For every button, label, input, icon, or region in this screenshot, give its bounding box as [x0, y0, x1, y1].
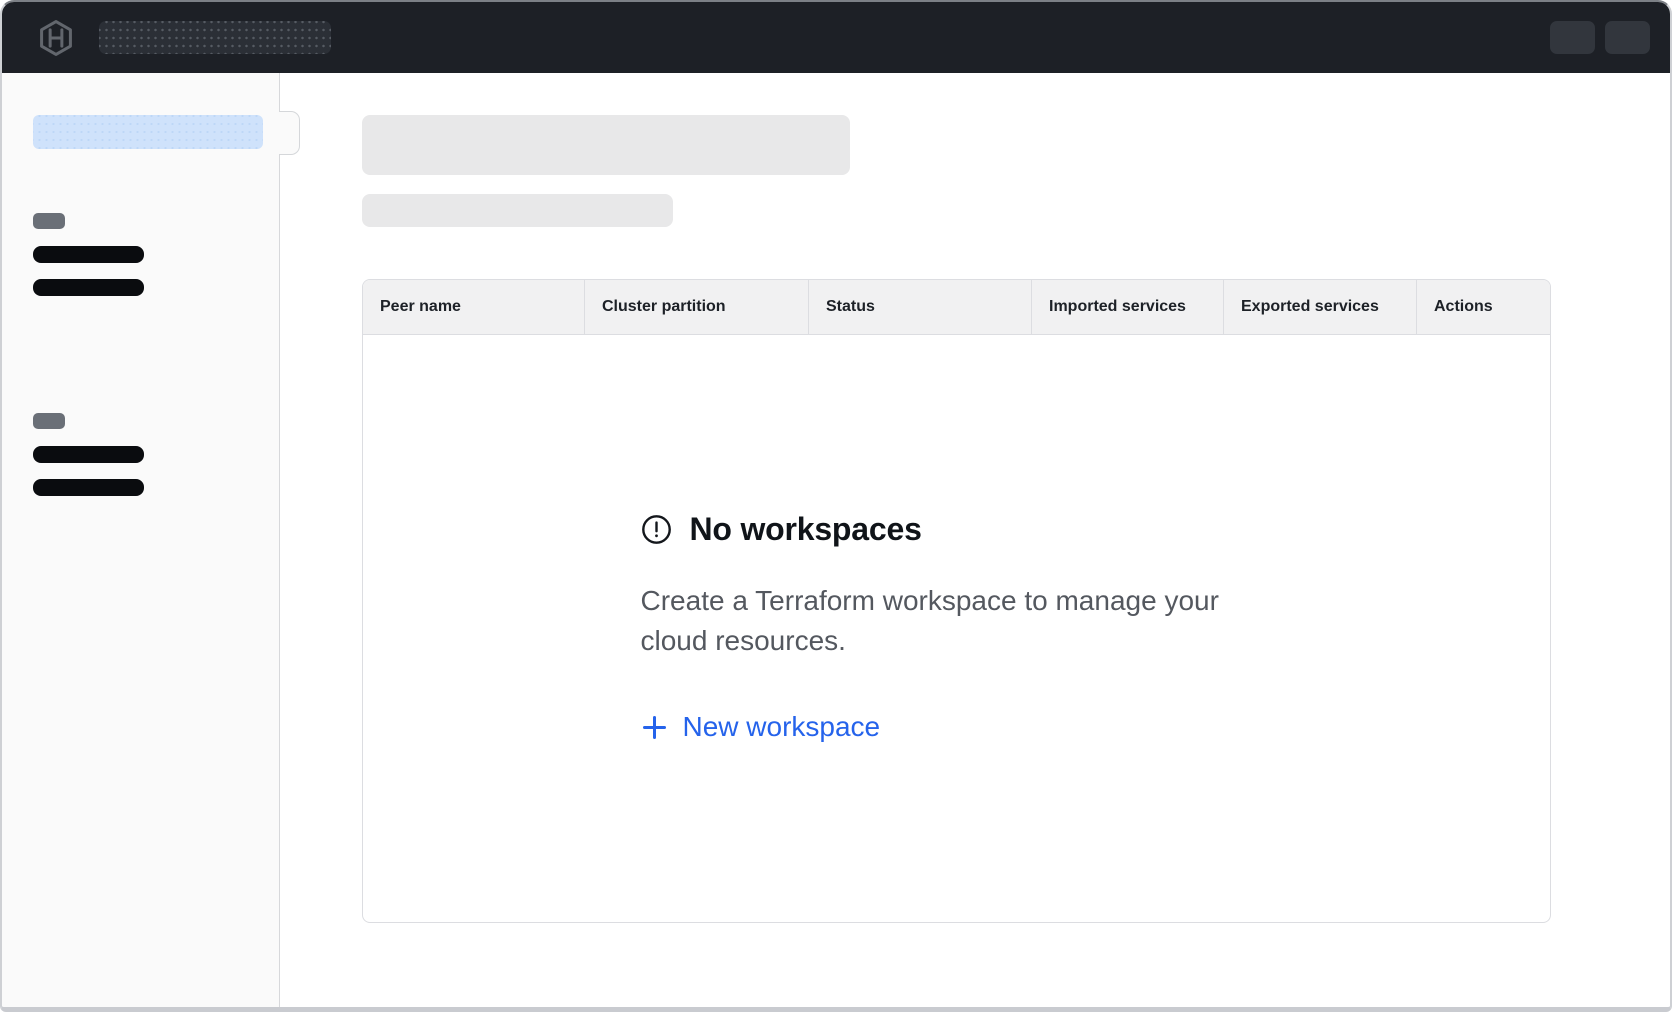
- sidebar-section-heading-placeholder: [33, 213, 65, 229]
- table-body: No workspaces Create a Terraform workspa…: [363, 335, 1550, 922]
- sidebar-section-heading-placeholder: [33, 413, 65, 429]
- empty-state-title: No workspaces: [690, 511, 922, 548]
- main-content: Peer name Cluster partition Status Impor…: [280, 73, 1670, 1007]
- sidebar-item-placeholder[interactable]: [33, 279, 144, 296]
- page-subtitle-placeholder: [362, 194, 673, 227]
- sidebar-flyout-tab[interactable]: [279, 111, 300, 155]
- column-header-cluster-partition: Cluster partition: [585, 280, 809, 334]
- empty-state-header: No workspaces: [641, 511, 1273, 548]
- column-header-imported-services: Imported services: [1032, 280, 1224, 334]
- table-header-row: Peer name Cluster partition Status Impor…: [363, 280, 1550, 335]
- sidebar-item-placeholder[interactable]: [33, 446, 144, 463]
- empty-state-description: Create a Terraform workspace to manage y…: [641, 581, 1273, 661]
- hashicorp-logo: [37, 19, 75, 57]
- column-header-status: Status: [809, 280, 1032, 334]
- plus-icon: [641, 714, 668, 741]
- column-header-actions: Actions: [1417, 280, 1550, 334]
- alert-circle-icon: [641, 514, 672, 545]
- top-nav-loading-placeholder[interactable]: [99, 21, 331, 54]
- sidebar-active-item-placeholder[interactable]: [33, 115, 263, 149]
- column-header-exported-services: Exported services: [1224, 280, 1417, 334]
- new-workspace-label: New workspace: [683, 711, 881, 743]
- topbar-actions: [1550, 21, 1650, 54]
- sidebar-item-placeholder[interactable]: [33, 246, 144, 263]
- page-title-placeholder: [362, 115, 850, 175]
- empty-state: No workspaces Create a Terraform workspa…: [641, 511, 1273, 746]
- app-window: Peer name Cluster partition Status Impor…: [0, 0, 1672, 1012]
- topbar-button-placeholder-1[interactable]: [1550, 21, 1595, 54]
- top-navigation-bar: [2, 2, 1670, 73]
- new-workspace-button[interactable]: New workspace: [641, 711, 881, 743]
- app-body: Peer name Cluster partition Status Impor…: [2, 73, 1670, 1007]
- workspaces-table: Peer name Cluster partition Status Impor…: [362, 279, 1551, 923]
- sidebar: [2, 73, 280, 1007]
- sidebar-item-placeholder[interactable]: [33, 479, 144, 496]
- topbar-button-placeholder-2[interactable]: [1605, 21, 1650, 54]
- column-header-peer-name: Peer name: [363, 280, 585, 334]
